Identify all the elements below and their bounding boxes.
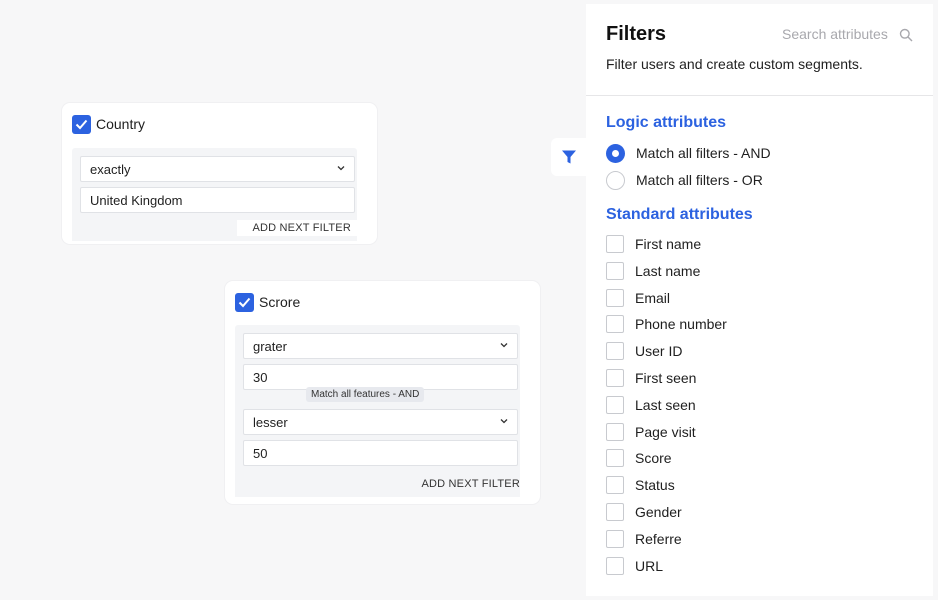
attribute-item[interactable]: User ID: [606, 341, 682, 361]
attribute-item[interactable]: First name: [606, 234, 701, 254]
standard-attributes-title: Standard attributes: [606, 206, 753, 223]
attribute-label: Page visit: [635, 423, 696, 440]
chevron-down-icon: [500, 419, 508, 424]
attribute-item[interactable]: Page visit: [606, 422, 696, 442]
attribute-checkbox[interactable]: [606, 476, 624, 495]
score-operator-1-select[interactable]: grater: [243, 333, 518, 359]
score-filter-card: Scrore grater 30 Match all features - AN…: [225, 281, 540, 504]
country-operator-select[interactable]: exactly: [80, 156, 355, 182]
score-connector-badge: Match all features - AND: [306, 387, 425, 402]
attribute-item[interactable]: Score: [606, 448, 672, 468]
country-add-next-filter-button[interactable]: ADD NEXT FILTER: [237, 220, 357, 236]
attribute-item[interactable]: URL: [606, 556, 663, 576]
attribute-checkbox[interactable]: [606, 422, 624, 441]
attribute-label: User ID: [635, 343, 683, 360]
logic-option-and[interactable]: Match all filters - AND: [606, 143, 771, 163]
chevron-down-icon: [500, 343, 508, 348]
country-footer-area: ADD NEXT FILTER: [72, 215, 357, 241]
attribute-checkbox[interactable]: [606, 315, 624, 334]
filters-panel-header: Filters Search attributes Filter users a…: [586, 4, 933, 96]
logic-option-label: Match all filters - OR: [636, 172, 763, 188]
score-footer-area: ADD NEXT FILTER: [235, 473, 520, 497]
attribute-item[interactable]: First seen: [606, 368, 696, 388]
logic-option-or[interactable]: Match all filters - OR: [606, 170, 763, 190]
attribute-item[interactable]: Phone number: [606, 314, 727, 334]
score-operator-2-select[interactable]: lesser: [243, 409, 518, 435]
country-value-text: United Kingdom: [90, 192, 183, 208]
country-filter-header: Country: [72, 113, 357, 135]
attribute-label: First name: [635, 236, 702, 252]
logic-attributes-title: Logic attributes: [606, 114, 727, 131]
attribute-checkbox[interactable]: [606, 395, 624, 414]
attribute-label: Gender: [635, 504, 682, 520]
attribute-label: Status: [635, 477, 675, 494]
country-filter-card: Country exactly United Kingdom ADD NEXT …: [62, 103, 377, 244]
radio-selected[interactable]: [606, 143, 625, 163]
score-filter-area: grater 30 Match all features - AND lesse…: [235, 325, 520, 475]
attribute-label: Last name: [635, 262, 701, 279]
score-filter-checkbox[interactable]: [235, 292, 254, 312]
attribute-label: Phone number: [635, 316, 727, 333]
check-icon: [238, 297, 251, 307]
attribute-label: First seen: [635, 370, 697, 386]
attribute-checkbox[interactable]: [606, 449, 624, 468]
attribute-label: Email: [635, 289, 671, 306]
filter-toggle-button[interactable]: [551, 138, 587, 176]
attribute-item[interactable]: Referre: [606, 529, 682, 549]
attribute-checkbox[interactable]: [606, 529, 624, 548]
attribute-item[interactable]: Status: [606, 475, 675, 495]
attribute-checkbox[interactable]: [606, 342, 624, 361]
score-filter-title: Scrore: [259, 294, 301, 310]
search-icon[interactable]: [899, 28, 913, 42]
country-value-input[interactable]: United Kingdom: [80, 187, 355, 213]
attribute-label: URL: [635, 557, 664, 574]
score-filter-header: Scrore: [235, 291, 520, 313]
country-filter-checkbox[interactable]: [72, 114, 91, 134]
score-operator-1-value: grater: [253, 338, 287, 354]
attribute-checkbox[interactable]: [606, 261, 624, 280]
logic-option-label: Match all filters - AND: [636, 145, 771, 161]
score-value-1-text: 30: [253, 369, 268, 385]
attribute-item[interactable]: Last seen: [606, 395, 696, 415]
radio-unselected[interactable]: [606, 170, 625, 190]
score-value-2-text: 50: [253, 445, 268, 461]
score-add-next-filter-button[interactable]: ADD NEXT FILTER: [400, 478, 520, 490]
search-input[interactable]: Search attributes: [782, 26, 888, 42]
score-operator-2-value: lesser: [253, 414, 288, 430]
attribute-checkbox[interactable]: [606, 235, 624, 253]
panel-title: Filters: [606, 23, 667, 45]
chevron-down-icon: [337, 166, 345, 171]
check-icon: [75, 119, 88, 129]
country-operator-value: exactly: [90, 161, 131, 177]
attribute-label: Last seen: [635, 396, 696, 413]
attribute-item[interactable]: Gender: [606, 502, 682, 522]
attribute-checkbox[interactable]: [606, 556, 624, 575]
country-filter-title: Country: [96, 116, 146, 132]
attribute-checkbox[interactable]: [606, 288, 624, 307]
filters-panel: Filters Search attributes Filter users a…: [586, 4, 933, 596]
filter-icon: [562, 150, 576, 164]
attribute-label: Referre: [635, 530, 682, 547]
score-value-2-input[interactable]: 50: [243, 440, 518, 466]
panel-subtitle: Filter users and create custom segments.: [606, 56, 863, 72]
attribute-item[interactable]: Email: [606, 288, 670, 308]
attribute-item[interactable]: Last name: [606, 261, 700, 281]
attribute-checkbox[interactable]: [606, 369, 624, 387]
attribute-checkbox[interactable]: [606, 503, 624, 521]
attribute-label: Score: [635, 450, 672, 467]
